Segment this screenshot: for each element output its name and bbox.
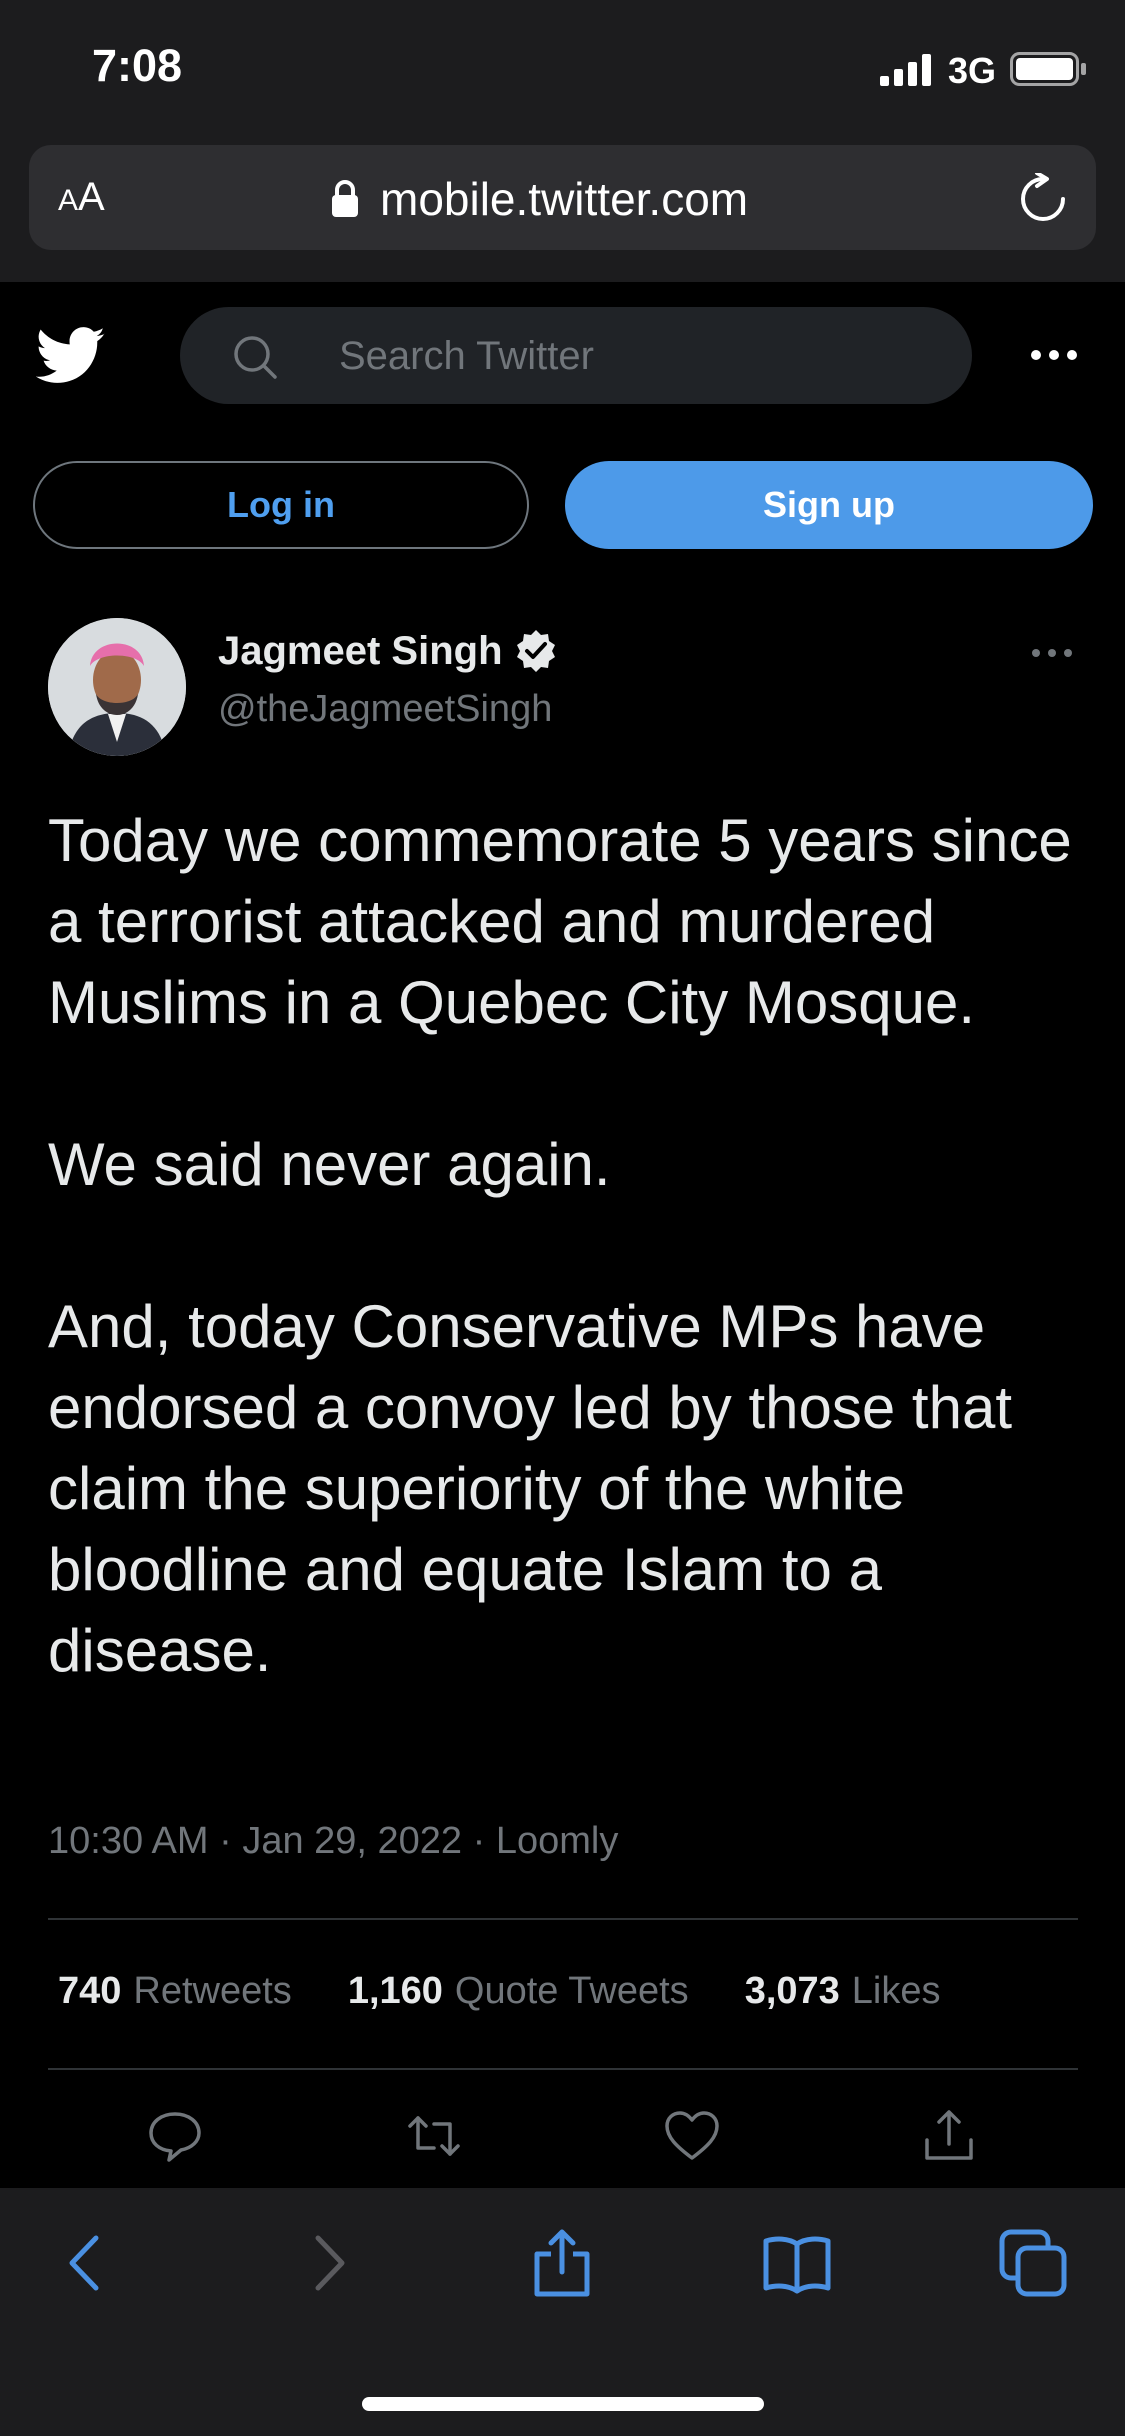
author-handle[interactable]: @theJagmeetSingh (218, 688, 552, 731)
tweet-more-icon[interactable] (1030, 640, 1074, 666)
like-icon[interactable] (662, 2106, 722, 2166)
reader-settings-button[interactable]: AA (58, 175, 105, 220)
tabs-icon[interactable] (998, 2228, 1068, 2298)
avatar[interactable] (48, 618, 186, 756)
lock-icon (332, 180, 358, 217)
tweet-timestamp[interactable]: 10:30 AM · Jan 29, 2022 · Loomly (48, 1820, 618, 1863)
more-icon[interactable] (1028, 340, 1080, 370)
network-type: 3G (948, 50, 997, 91)
tweet-stats: 740 Retweets 1,160 Quote Tweets 3,073 Likes (58, 1970, 941, 2013)
share-icon[interactable] (919, 2106, 979, 2166)
divider (48, 2068, 1078, 2070)
tweet-text: Today we commemorate 5 years since a ter… (48, 807, 1072, 1684)
signup-button[interactable]: Sign up (565, 461, 1093, 549)
url-display[interactable]: mobile.twitter.com (330, 172, 748, 226)
retweets-stat[interactable]: 740 Retweets (58, 1970, 292, 2013)
author-name[interactable]: Jagmeet Singh (218, 629, 503, 674)
url-text: mobile.twitter.com (380, 173, 749, 225)
forward-icon[interactable] (292, 2228, 362, 2298)
back-icon[interactable] (52, 2228, 122, 2298)
battery-icon (1010, 52, 1086, 86)
search-input[interactable]: Search Twitter (339, 334, 594, 379)
divider (48, 1918, 1078, 1920)
reload-icon[interactable] (1017, 173, 1069, 225)
quote-tweets-stat[interactable]: 1,160 Quote Tweets (348, 1970, 689, 2013)
status-time: 7:08 (92, 40, 183, 91)
share-sheet-icon[interactable] (527, 2228, 597, 2298)
bookmarks-icon[interactable] (762, 2228, 832, 2298)
retweet-icon[interactable] (404, 2106, 464, 2166)
avatar-image (48, 618, 186, 756)
reply-icon[interactable] (145, 2106, 205, 2166)
search-icon (234, 336, 277, 379)
signal-icon (880, 54, 931, 86)
author-row[interactable]: Jagmeet Singh (218, 628, 559, 674)
verified-icon (516, 630, 555, 672)
likes-stat[interactable]: 3,073 Likes (745, 1970, 941, 2013)
twitter-logo-icon[interactable] (36, 325, 106, 387)
login-button[interactable]: Log in (33, 461, 529, 549)
home-indicator[interactable] (362, 2397, 764, 2411)
